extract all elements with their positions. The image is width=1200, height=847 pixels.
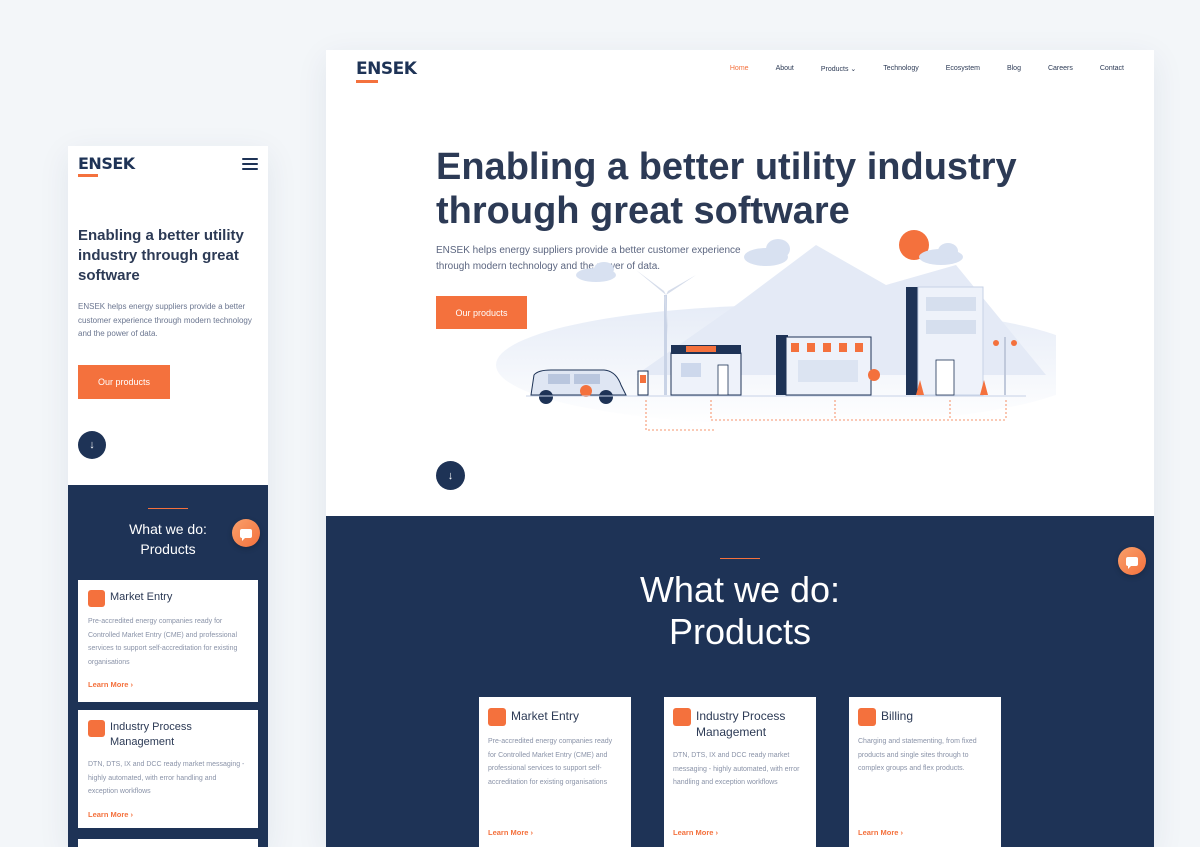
- nav-blog[interactable]: Blog: [1007, 65, 1021, 73]
- logo-underline: [78, 174, 98, 177]
- product-card-partial[interactable]: [78, 839, 258, 847]
- nav-technology[interactable]: Technology: [883, 65, 918, 73]
- section-title: What we do: Products: [326, 569, 1154, 653]
- nav-ecosystem[interactable]: Ecosystem: [946, 65, 980, 73]
- card-title: Industry Process Management: [110, 721, 192, 748]
- logo-underline: [356, 80, 378, 83]
- market-entry-icon: [88, 590, 105, 607]
- section-divider: [148, 508, 188, 509]
- logo-text: ENSEK: [78, 154, 135, 173]
- chat-bubble-icon[interactable]: [232, 519, 260, 547]
- logo[interactable]: ENSEK: [78, 154, 135, 177]
- nav-careers[interactable]: Careers: [1048, 65, 1073, 73]
- hero-illustration: [496, 230, 1056, 431]
- desktop-mockup: ENSEK Home About Products ⌄ Technology E…: [326, 50, 1154, 847]
- card-title: Market Entry: [511, 709, 580, 723]
- house-icon: [670, 345, 742, 396]
- card-description: DTN, DTS, IX and DCC ready market messag…: [673, 752, 800, 786]
- product-card-market-entry[interactable]: Market Entry Pre-accredited energy compa…: [479, 697, 631, 847]
- section-divider: [720, 558, 760, 559]
- chat-bubble-icon[interactable]: [1118, 547, 1146, 575]
- shop-icon: [776, 335, 880, 396]
- learn-more-link[interactable]: Learn More ›: [488, 828, 533, 837]
- nav-products[interactable]: Products ⌄: [821, 65, 856, 73]
- hero-subtitle: ENSEK helps energy suppliers provide a b…: [78, 302, 252, 338]
- logo-text: ENSEK: [356, 59, 417, 79]
- card-description: DTN, DTS, IX and DCC ready market messag…: [88, 761, 245, 795]
- card-title: Industry Process Management: [696, 709, 786, 739]
- learn-more-link[interactable]: Learn More ›: [858, 828, 903, 837]
- hero-title: Enabling a better utility industry throu…: [78, 227, 244, 284]
- card-title: Market Entry: [110, 591, 173, 603]
- ev-charger-icon: [637, 370, 649, 396]
- hero-title: Enabling a better utility industry throu…: [436, 146, 1017, 232]
- card-description: Pre-accredited energy companies ready fo…: [488, 738, 613, 786]
- section-title-line1: What we do:: [639, 569, 841, 610]
- hamburger-menu-icon[interactable]: [242, 158, 258, 173]
- arrow-down-icon[interactable]: ↓: [78, 431, 106, 459]
- card-description: Pre-accredited energy companies ready fo…: [88, 618, 238, 666]
- arrow-down-icon[interactable]: ↓: [436, 461, 465, 490]
- nav-about[interactable]: About: [776, 65, 794, 73]
- nav-home[interactable]: Home: [730, 65, 749, 73]
- card-description: Charging and statementing, from fixed pr…: [858, 738, 977, 772]
- main-nav: Home About Products ⌄ Technology Ecosyst…: [730, 65, 1124, 73]
- logo[interactable]: ENSEK: [356, 59, 417, 83]
- billing-icon: [858, 708, 876, 726]
- products-section: What we do: Products Market Entry Pre-ac…: [326, 516, 1154, 847]
- product-card-industry-process[interactable]: Industry Process Management DTN, DTS, IX…: [78, 710, 258, 828]
- nav-contact[interactable]: Contact: [1100, 65, 1124, 73]
- mobile-mockup: ENSEK Enabling a better utility industry…: [68, 146, 268, 847]
- learn-more-link[interactable]: Learn More ›: [88, 810, 248, 819]
- product-card-market-entry[interactable]: Market Entry Pre-accredited energy compa…: [78, 580, 258, 702]
- product-card-billing[interactable]: Billing Charging and statementing, from …: [849, 697, 1001, 847]
- office-building-icon: [906, 286, 988, 396]
- learn-more-link[interactable]: Learn More ›: [88, 680, 248, 689]
- learn-more-link[interactable]: Learn More ›: [673, 828, 718, 837]
- market-entry-icon: [488, 708, 506, 726]
- card-title: Billing: [881, 709, 914, 723]
- our-products-button[interactable]: Our products: [78, 365, 170, 399]
- industry-process-icon: [673, 708, 691, 726]
- section-title-line2: Products: [668, 611, 812, 652]
- industry-process-icon: [88, 720, 105, 737]
- product-card-industry-process[interactable]: Industry Process Management DTN, DTS, IX…: [664, 697, 816, 847]
